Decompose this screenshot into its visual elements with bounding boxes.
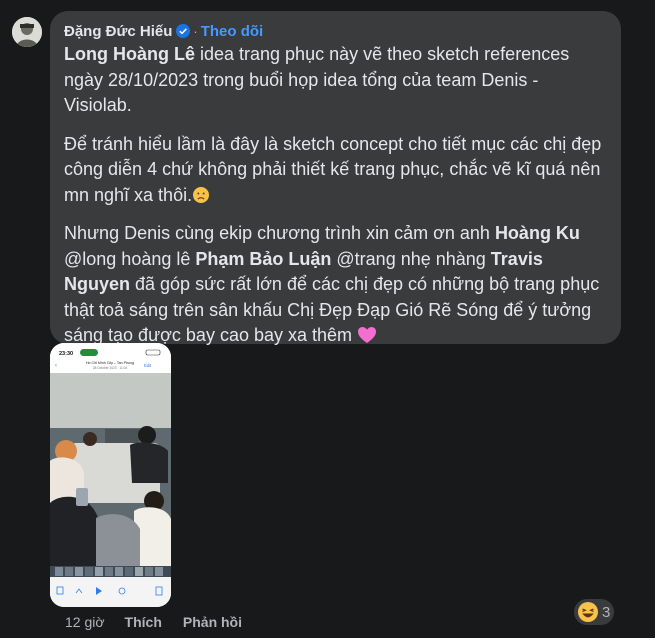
photo-toolbar [50,577,171,607]
photo-edit-label: Edit [144,363,152,368]
photo-phone [76,488,88,506]
thumbnail-9 [135,567,143,576]
comment-actions: 12 giờ Thích Phản hồi [65,614,263,630]
paragraph-3-text-4: đã góp sức rất lớn để các chị đẹp có nhữ… [64,274,600,345]
photo-location: Ho Chi Minh City – Tan Phong [86,361,134,365]
reply-button[interactable]: Phản hồi [183,614,242,630]
author-name[interactable]: Đặng Đức Hiếu [64,23,172,40]
photo-person-6 [96,514,140,566]
mention-pham-bao-luan[interactable]: Phạm Bảo Luận [195,249,331,269]
attached-photo[interactable]: 23:30 ‹ Ho Chi Minh City – Tan Phong 28 … [50,343,171,607]
comment-bubble: Đặng Đức Hiếu · Theo dõi Long Hoàng Lê i… [50,11,621,345]
avatar-image [12,17,42,47]
call-pill [80,349,98,356]
comment-text: Long Hoàng Lê idea trang phục này vẽ the… [64,42,607,349]
reaction-count: 3 [602,603,611,621]
laughing-emoji-icon [578,602,598,622]
commenter-avatar[interactable] [12,17,42,47]
mention-long-hoang-le[interactable]: Long Hoàng Lê [64,44,195,64]
thumbnail-7 [115,567,123,576]
paragraph-3-text-3: @trang nhẹ nhàng [331,248,491,269]
photo-person-3 [83,432,97,446]
paragraph-3-text-1: Nhưng Denis cùng ekip chương trình xin c… [64,223,495,243]
thumbnail-6 [105,567,113,576]
thumbnail-4 [85,567,93,576]
paragraph-2: Để tránh hiểu lầm là đây là sketch conce… [64,132,607,209]
photo-wall [50,373,171,428]
comment-time[interactable]: 12 giờ [65,614,105,630]
phone-screenshot-image: 23:30 ‹ Ho Chi Minh City – Tan Phong 28 … [50,343,171,607]
photo-date: 28 October 2023 · 11:04 [93,366,128,370]
thumbnail-5 [95,567,103,576]
photo-person-2-body [130,442,168,483]
back-chevron-icon: ‹ [55,363,57,369]
comment-header: Đặng Đức Hiếu · Theo dõi [64,20,607,42]
thumbnail-10 [145,567,153,576]
mention-hoang-ku[interactable]: Hoàng Ku [495,223,580,243]
photo-person-4 [50,496,98,566]
paragraph-1: Long Hoàng Lê idea trang phục này vẽ the… [64,42,607,119]
separator-dot: · [193,23,198,39]
reaction-summary[interactable]: 3 [574,599,615,625]
follow-link[interactable]: Theo dõi [201,23,264,40]
thumbnail-8 [125,567,133,576]
pink-heart-emoji-icon [358,327,377,343]
paragraph-3-text-2: @long hoàng lê [64,248,196,269]
paragraph-2-text: Để tránh hiểu lầm là đây là sketch conce… [64,133,602,205]
thumbnail-3 [75,567,83,576]
thumbnail-11 [155,567,163,576]
paragraph-3: Nhưng Denis cùng ekip chương trình xin c… [64,221,607,349]
thumbnail-1 [55,567,63,576]
like-button[interactable]: Thích [125,614,162,630]
photo-person-2 [138,426,156,444]
thumbnail-2 [65,567,73,576]
photo-status-time: 23:30 [59,351,73,357]
verified-badge-icon [176,24,191,38]
frowning-emoji-icon [193,186,210,203]
